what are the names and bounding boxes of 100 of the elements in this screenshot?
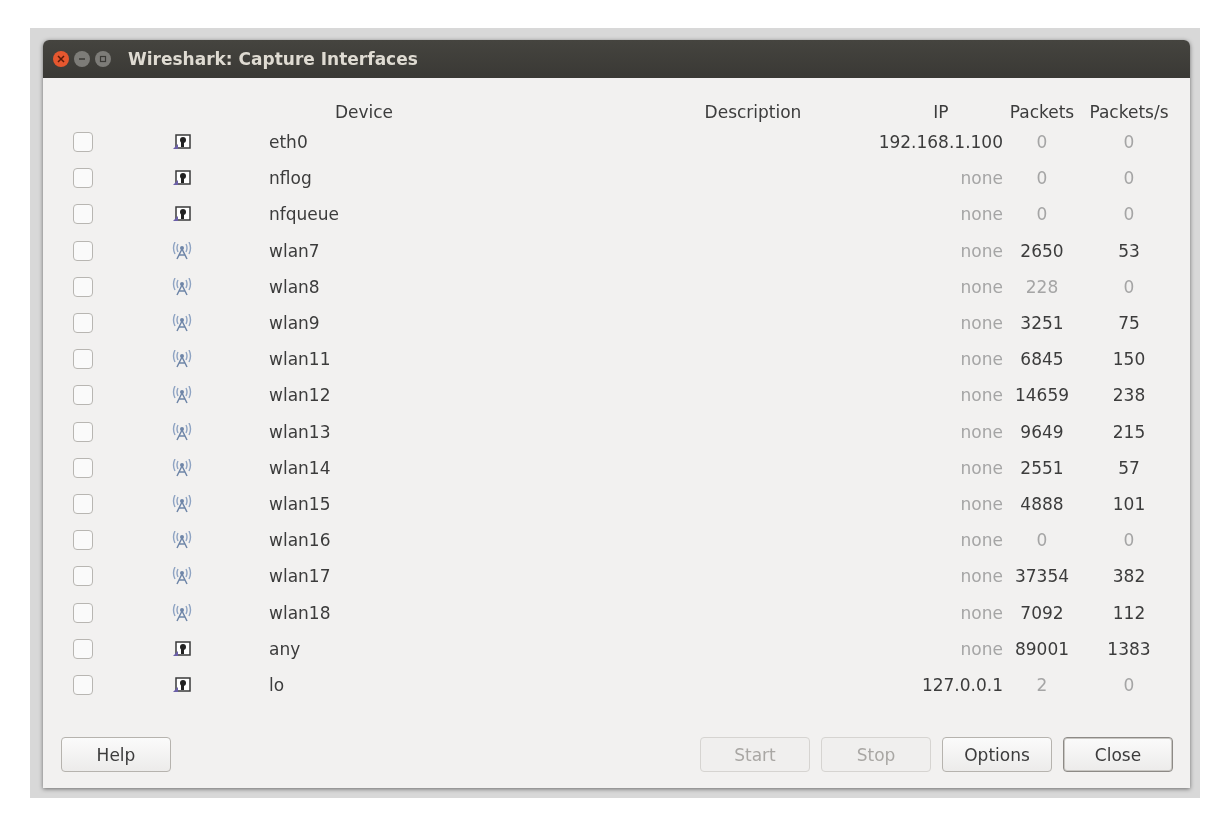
wireless-antenna-icon	[172, 603, 192, 622]
packet-rate: 0	[1123, 276, 1135, 297]
network-port-icon	[172, 205, 192, 224]
close-icon[interactable]	[53, 51, 69, 67]
packet-count: 37354	[1014, 566, 1070, 587]
checkbox[interactable]	[72, 421, 93, 442]
checkbox[interactable]	[72, 204, 93, 225]
checkbox[interactable]	[72, 602, 93, 623]
wireless-antenna-icon	[172, 422, 192, 441]
packet-count: 3251	[1020, 313, 1064, 334]
device-name: wlan12	[268, 385, 332, 406]
packet-rate: 112	[1112, 602, 1146, 623]
device-name: wlan18	[268, 602, 332, 623]
device-name: wlan14	[268, 457, 332, 478]
packet-rate: 0	[1123, 530, 1135, 551]
column-header: Packets	[1009, 102, 1075, 122]
ip-address: none	[960, 349, 1004, 370]
wireless-antenna-icon	[172, 350, 192, 369]
window-title: Wireshark: Capture Interfaces	[128, 49, 418, 69]
network-port-icon	[172, 639, 192, 658]
checkbox[interactable]	[72, 530, 93, 551]
packet-count: 6845	[1020, 349, 1064, 370]
wireless-antenna-icon	[172, 458, 192, 477]
packet-rate: 215	[1112, 421, 1146, 442]
device-name: wlan9	[268, 313, 321, 334]
checkbox[interactable]	[72, 132, 93, 153]
network-port-icon	[172, 169, 192, 188]
ip-address: none	[960, 168, 1004, 189]
device-name: wlan7	[268, 240, 321, 261]
device-name: lo	[268, 674, 286, 695]
packet-rate: 238	[1112, 385, 1146, 406]
ip-address: none	[960, 313, 1004, 334]
checkbox[interactable]	[72, 638, 93, 659]
device-name: wlan11	[268, 349, 332, 370]
device-name: wlan13	[268, 421, 332, 442]
dialog-button[interactable]: Options	[942, 737, 1052, 772]
checkbox[interactable]	[72, 240, 93, 261]
column-header: IP	[933, 102, 949, 122]
ip-address: none	[960, 457, 1004, 478]
column-header: Packets/s	[1089, 102, 1169, 122]
ip-address: none	[960, 204, 1004, 225]
ip-address: none	[960, 638, 1004, 659]
packet-rate: 0	[1123, 168, 1135, 189]
packet-count: 4888	[1020, 493, 1064, 514]
ip-address: none	[960, 385, 1004, 406]
maximize-icon[interactable]	[95, 51, 111, 67]
device-name: any	[268, 638, 302, 659]
ip-address: 127.0.0.1	[921, 674, 1004, 695]
packet-count: 228	[1025, 276, 1059, 297]
packet-rate: 1383	[1107, 638, 1151, 659]
column-header: Description	[704, 102, 802, 122]
checkbox[interactable]	[72, 457, 93, 478]
minimize-icon[interactable]	[74, 51, 90, 67]
checkbox[interactable]	[72, 493, 93, 514]
packet-count: 0	[1036, 132, 1048, 153]
device-name: nflog	[268, 168, 313, 189]
packet-rate: 382	[1112, 566, 1146, 587]
checkbox[interactable]	[72, 168, 93, 189]
checkbox[interactable]	[72, 349, 93, 370]
packet-count: 2650	[1020, 240, 1064, 261]
wireless-antenna-icon	[172, 567, 192, 586]
device-name: wlan16	[268, 530, 332, 551]
ip-address: none	[960, 421, 1004, 442]
ip-address: none	[960, 530, 1004, 551]
packet-count: 7092	[1020, 602, 1064, 623]
dialog-button[interactable]: Close	[1063, 737, 1173, 772]
checkbox[interactable]	[72, 313, 93, 334]
ip-address: none	[960, 566, 1004, 587]
wireless-antenna-icon	[172, 277, 192, 296]
device-name: wlan8	[268, 276, 321, 297]
device-name: nfqueue	[268, 204, 341, 225]
packet-count: 14659	[1014, 385, 1070, 406]
packet-rate: 150	[1112, 349, 1146, 370]
packet-count: 9649	[1020, 421, 1064, 442]
wireless-antenna-icon	[172, 241, 192, 260]
packet-rate: 0	[1123, 132, 1135, 153]
packet-rate: 75	[1118, 313, 1140, 334]
dialog-button[interactable]: Help	[61, 737, 171, 772]
checkbox[interactable]	[72, 385, 93, 406]
packet-rate: 101	[1112, 493, 1146, 514]
checkbox[interactable]	[72, 566, 93, 587]
packet-count: 2551	[1020, 457, 1064, 478]
packet-count: 2	[1036, 674, 1048, 695]
packet-rate: 57	[1118, 457, 1140, 478]
packet-rate: 0	[1123, 674, 1135, 695]
packet-count: 0	[1036, 530, 1048, 551]
wireless-antenna-icon	[172, 531, 192, 550]
packet-count: 0	[1036, 168, 1048, 189]
packet-count: 0	[1036, 204, 1048, 225]
ip-address: none	[960, 240, 1004, 261]
packet-rate: 53	[1118, 240, 1140, 261]
device-name: wlan17	[268, 566, 332, 587]
wireless-antenna-icon	[172, 494, 192, 513]
ip-address: none	[960, 493, 1004, 514]
checkbox[interactable]	[72, 276, 93, 297]
checkbox[interactable]	[72, 674, 93, 695]
ip-address: none	[960, 602, 1004, 623]
wireless-antenna-icon	[172, 314, 192, 333]
column-header: Device	[334, 102, 394, 122]
device-name: eth0	[268, 132, 309, 153]
